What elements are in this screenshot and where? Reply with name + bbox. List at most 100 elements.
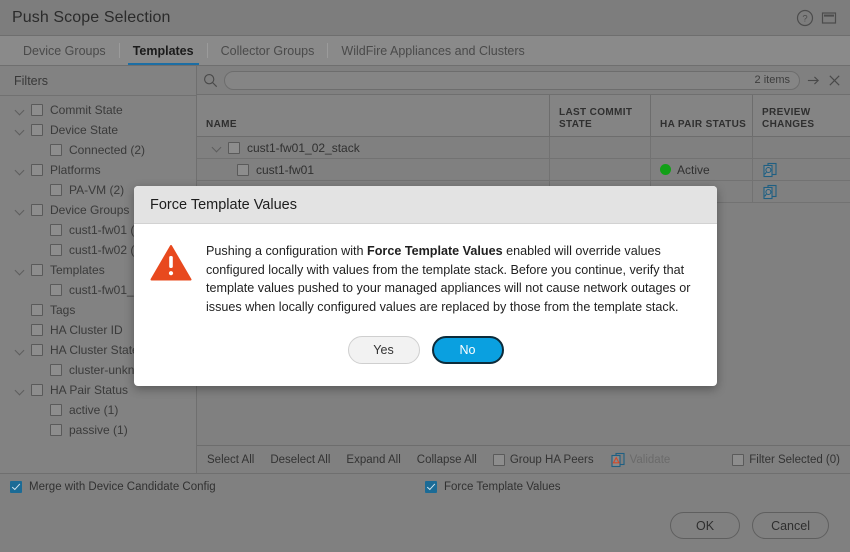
filter-selected-checkbox[interactable]: Filter Selected (0) xyxy=(732,453,840,466)
ok-button[interactable]: OK xyxy=(670,512,741,539)
table-row[interactable]: cust1-fw01 Active xyxy=(197,159,850,181)
filter-label: Platforms xyxy=(50,163,101,177)
dialog-message-emphasis: Force Template Values xyxy=(367,244,503,258)
checkbox[interactable] xyxy=(31,304,43,316)
cell-preview-changes[interactable] xyxy=(752,181,850,202)
checkbox[interactable] xyxy=(50,184,62,196)
dialog-message: Pushing a configuration with Force Templ… xyxy=(206,242,697,316)
checkbox[interactable] xyxy=(732,453,745,466)
filter-label: cust1-fw01_0 xyxy=(69,283,141,297)
chevron-down-icon[interactable] xyxy=(14,164,27,177)
filter-item-passive[interactable]: passive (1) xyxy=(0,420,196,440)
push-options-row: Merge with Device Candidate Config Force… xyxy=(0,473,850,499)
chevron-down-icon[interactable] xyxy=(14,124,27,137)
preview-changes-icon[interactable] xyxy=(762,162,778,178)
filter-item-connected[interactable]: Connected (2) xyxy=(0,140,196,160)
item-count-label: 2 items xyxy=(754,74,790,86)
help-circle-icon[interactable]: ? xyxy=(796,9,814,27)
filter-item-active[interactable]: active (1) xyxy=(0,400,196,420)
checkbox[interactable] xyxy=(31,164,43,176)
checkbox[interactable] xyxy=(50,244,62,256)
dialog-title: Force Template Values xyxy=(134,186,717,224)
checkbox[interactable] xyxy=(228,141,240,154)
checkbox[interactable] xyxy=(31,384,43,396)
chevron-down-icon[interactable] xyxy=(14,344,27,357)
chevron-down-icon[interactable] xyxy=(14,104,27,117)
collapse-all-button[interactable]: Collapse All xyxy=(417,454,477,466)
arrow-right-icon[interactable] xyxy=(806,73,821,88)
dialog-body: Pushing a configuration with Force Templ… xyxy=(134,224,717,316)
checkbox[interactable] xyxy=(10,480,22,493)
tab-wildfire-appliances[interactable]: WildFire Appliances and Clusters xyxy=(328,36,537,65)
filter-item-platforms[interactable]: Platforms xyxy=(0,160,196,180)
checkbox[interactable] xyxy=(31,324,43,336)
status-dot xyxy=(660,164,671,175)
yes-button[interactable]: Yes xyxy=(347,336,420,364)
force-template-values-checkbox[interactable]: Force Template Values xyxy=(425,480,561,493)
preview-changes-icon[interactable] xyxy=(762,184,778,200)
checkbox[interactable] xyxy=(50,364,62,376)
checkbox[interactable] xyxy=(31,264,43,276)
search-icon xyxy=(203,73,218,88)
filter-label: Connected (2) xyxy=(69,143,146,157)
cell-name[interactable]: cust1-fw01 xyxy=(197,159,549,180)
chevron-down-icon[interactable] xyxy=(14,204,27,217)
filter-label: Commit State xyxy=(50,103,123,117)
checkbox[interactable] xyxy=(31,344,43,356)
svg-text:?: ? xyxy=(802,13,807,24)
cell-name[interactable]: cust1-fw01_02_stack xyxy=(197,137,549,158)
chevron-down-icon[interactable] xyxy=(14,384,27,397)
chevron-down-icon[interactable] xyxy=(14,264,27,277)
table-header-row: NAME LAST COMMIT STATE HA PAIR STATUS PR… xyxy=(197,95,850,137)
filter-label: cust1-fw01 ( xyxy=(69,223,135,237)
push-scope-selection-window: Push Scope Selection ? Device Groups Tem… xyxy=(0,0,850,552)
checkbox[interactable] xyxy=(492,453,505,466)
deselect-all-button[interactable]: Deselect All xyxy=(270,454,330,466)
column-header-preview-changes[interactable]: PREVIEW CHANGES xyxy=(752,95,850,136)
filter-label: active (1) xyxy=(69,403,119,417)
close-icon[interactable] xyxy=(827,73,842,88)
no-button[interactable]: No xyxy=(431,336,504,364)
tab-device-groups[interactable]: Device Groups xyxy=(10,36,119,65)
validate-button[interactable]: Validate xyxy=(610,452,670,468)
page-title: Push Scope Selection xyxy=(12,8,171,26)
cell-preview-changes[interactable] xyxy=(752,159,850,180)
checkbox[interactable] xyxy=(50,424,62,436)
group-ha-peers-label: Group HA Peers xyxy=(509,453,594,466)
cell-preview-changes xyxy=(752,137,850,158)
column-header-last-commit-state[interactable]: LAST COMMIT STATE xyxy=(549,95,650,136)
cancel-button[interactable]: Cancel xyxy=(752,512,829,539)
checkbox[interactable] xyxy=(50,284,62,296)
filter-item-device-state[interactable]: Device State xyxy=(0,120,196,140)
checkbox[interactable] xyxy=(425,480,437,493)
column-header-ha-pair-status[interactable]: HA PAIR STATUS xyxy=(650,95,752,136)
checkbox[interactable] xyxy=(31,204,43,216)
filter-item-commit-state[interactable]: Commit State xyxy=(0,100,196,120)
filter-selected-label: Filter Selected (0) xyxy=(749,453,840,466)
filter-label: Device Groups xyxy=(50,203,130,217)
expand-all-button[interactable]: Expand All xyxy=(346,454,400,466)
filter-label: passive (1) xyxy=(69,423,128,437)
checkbox[interactable] xyxy=(237,163,249,176)
search-input[interactable]: 2 items xyxy=(224,70,800,90)
group-ha-peers-checkbox[interactable]: Group HA Peers xyxy=(492,453,594,466)
row-name-label: cust1-fw01_02_stack xyxy=(247,140,360,155)
filter-label: Device State xyxy=(50,123,119,137)
merge-candidate-config-label: Merge with Device Candidate Config xyxy=(29,480,216,493)
select-all-button[interactable]: Select All xyxy=(207,454,254,466)
warning-triangle-icon xyxy=(150,242,192,316)
filter-label: HA Pair Status xyxy=(50,383,129,397)
checkbox[interactable] xyxy=(50,144,62,156)
tab-collector-groups[interactable]: Collector Groups xyxy=(208,36,328,65)
merge-candidate-config-checkbox[interactable]: Merge with Device Candidate Config xyxy=(0,480,216,493)
checkbox[interactable] xyxy=(31,124,43,136)
tab-templates[interactable]: Templates xyxy=(120,36,207,65)
checkbox[interactable] xyxy=(50,404,62,416)
window-restore-icon[interactable] xyxy=(820,9,838,27)
table-row[interactable]: cust1-fw01_02_stack xyxy=(197,137,850,159)
checkbox[interactable] xyxy=(31,104,43,116)
chevron-down-icon[interactable] xyxy=(211,141,224,154)
titlebar-actions: ? xyxy=(796,9,838,27)
column-header-name[interactable]: NAME xyxy=(197,95,549,136)
checkbox[interactable] xyxy=(50,224,62,236)
